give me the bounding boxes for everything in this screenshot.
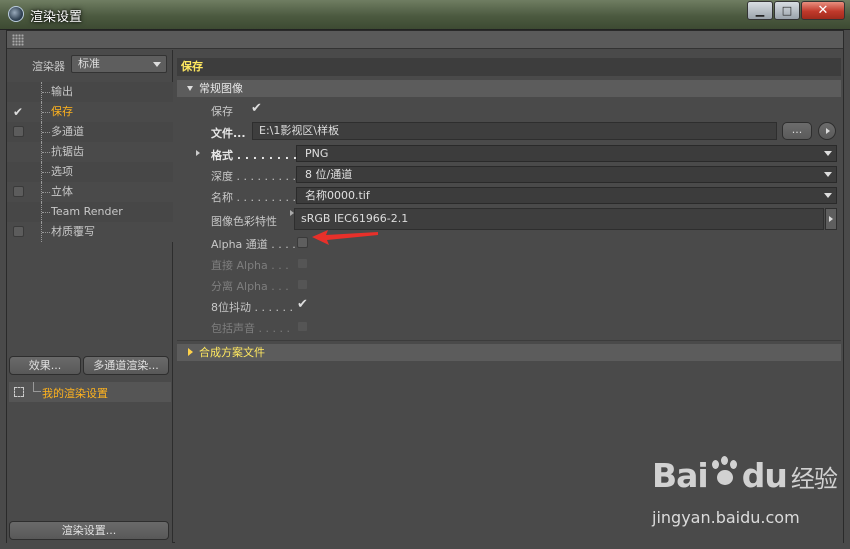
save-checkbox[interactable]: ✔: [251, 102, 262, 115]
tree-item-label: Team Render: [51, 205, 123, 218]
tree-connector: [33, 382, 41, 392]
preset-icon: [14, 387, 24, 397]
cinema4d-logo-icon: [8, 6, 24, 22]
separate-alpha-label: 分离 Alpha . . .: [211, 280, 289, 293]
general-image-label: 常规图像: [199, 82, 243, 95]
file-path-input[interactable]: E:\1影视区\样板: [252, 122, 777, 140]
render-settings-button[interactable]: 渲染设置...: [9, 521, 169, 540]
renderer-row: 渲染器 标准: [7, 54, 173, 74]
tree-item-label: 抗锯齿: [51, 145, 84, 158]
tree-item-label: 多通道: [51, 125, 84, 138]
depth-value: 8 位/通道: [305, 168, 353, 181]
expand-triangle-icon: [188, 348, 193, 356]
window-controls: ▁ □ ✕: [746, 1, 845, 21]
close-button[interactable]: ✕: [801, 1, 845, 20]
toolbar: [7, 31, 843, 49]
tree-connector: [41, 202, 50, 222]
tree-item-label: 保存: [51, 105, 73, 118]
tree-item[interactable]: Team Render: [7, 202, 173, 222]
tree-item[interactable]: 多通道: [7, 122, 173, 142]
tree-item[interactable]: 材质覆写: [7, 222, 173, 242]
settings-sidebar: 渲染器 标准 输出 ✔ 保存多通道抗锯齿选项立体 Team Render 材质覆写 效果…: [7, 50, 173, 543]
tree-item-checkbox[interactable]: [13, 226, 24, 237]
depth-label: 深度 . . . . . . . . .: [211, 170, 296, 183]
my-render-settings-item[interactable]: 我的渲染设置: [9, 382, 171, 402]
render-settings-window: 渲染设置 ▁ □ ✕ 渲染器 标准 输出 ✔ 保存多通道抗锯齿选项立体 Team Re…: [0, 0, 850, 549]
name-value: 名称0000.tif: [305, 189, 370, 202]
tree-item[interactable]: 抗锯齿: [7, 142, 173, 162]
watermark-url: jingyan.baidu.com: [652, 508, 800, 527]
renderer-label: 渲染器: [32, 60, 65, 73]
tree-connector: [41, 142, 50, 162]
multipass-render-button[interactable]: 多通道渲染...: [83, 356, 169, 375]
section-title: 保存: [177, 58, 841, 76]
settings-tree: 输出 ✔ 保存多通道抗锯齿选项立体 Team Render 材质覆写: [7, 82, 173, 242]
logo-text-bai: Bai: [652, 456, 709, 495]
tree-item-label: 输出: [51, 85, 73, 98]
include-sound-label: 包括声音 . . . . .: [211, 322, 290, 335]
paw-icon: [710, 456, 740, 488]
general-image-group-header[interactable]: 常规图像: [177, 80, 841, 97]
tree-connector: [41, 82, 50, 102]
straight-alpha-label: 直接 Alpha . . .: [211, 259, 289, 272]
tree-connector: [41, 102, 50, 122]
chevron-down-icon: [824, 193, 832, 198]
format-value: PNG: [305, 147, 329, 160]
logo-text-du: du: [741, 456, 788, 495]
tree-connector: [41, 222, 50, 242]
effects-button[interactable]: 效果...: [9, 356, 81, 375]
maximize-button[interactable]: □: [774, 1, 800, 20]
chevron-down-icon: [824, 151, 832, 156]
expand-triangle-icon[interactable]: [196, 150, 200, 156]
renderer-select[interactable]: 标准: [71, 55, 167, 73]
tree-item-checkbox[interactable]: [13, 126, 24, 137]
title-bar[interactable]: 渲染设置 ▁ □ ✕: [0, 0, 850, 30]
window-title: 渲染设置: [30, 10, 83, 25]
minimize-button[interactable]: ▁: [747, 1, 773, 20]
color-profile-label: 图像色彩特性: [211, 215, 277, 228]
separate-alpha-checkbox[interactable]: [297, 279, 308, 290]
tree-connector: [41, 182, 50, 202]
color-profile-field[interactable]: sRGB IEC61966-2.1: [294, 208, 824, 230]
format-label: 格式 . . . . . . . . .: [211, 149, 306, 162]
tree-connector: [41, 122, 50, 142]
save-label: 保存: [211, 105, 233, 118]
name-label: 名称 . . . . . . . . .: [211, 191, 296, 204]
grip-icon[interactable]: [12, 34, 24, 46]
depth-dropdown[interactable]: 8 位/通道: [296, 166, 837, 183]
tree-connector: [41, 162, 50, 182]
format-dropdown[interactable]: PNG: [296, 145, 837, 162]
straight-alpha-checkbox[interactable]: [297, 258, 308, 269]
file-label[interactable]: 文件...: [211, 125, 246, 141]
chevron-down-icon: [824, 172, 832, 177]
file-arrow-button[interactable]: [818, 122, 836, 140]
browse-button[interactable]: ...: [782, 122, 812, 140]
compositing-project-group-header[interactable]: 合成方案文件: [177, 344, 841, 361]
tree-item-checkbox[interactable]: ✔: [13, 102, 23, 122]
color-profile-arrow-button[interactable]: [825, 208, 837, 230]
alpha-channel-checkbox[interactable]: [297, 237, 308, 248]
chevron-down-icon: [153, 62, 161, 67]
dither-label: 8位抖动 . . . . . .: [211, 301, 293, 314]
divider: [177, 340, 841, 341]
tree-item[interactable]: 选项: [7, 162, 173, 182]
tree-item[interactable]: 输出: [7, 82, 173, 102]
compositing-project-label: 合成方案文件: [199, 346, 265, 359]
tree-item-label: 选项: [51, 165, 73, 178]
tree-item-checkbox[interactable]: [13, 186, 24, 197]
logo-text-jingyan: 经验: [790, 465, 838, 493]
dither-checkbox[interactable]: ✔: [297, 298, 308, 311]
red-annotation-arrow-icon: [312, 230, 378, 245]
alpha-channel-label: Alpha 通道 . . . .: [211, 238, 296, 251]
renderer-value: 标准: [78, 57, 100, 70]
baidu-jingyan-logo: Bai du 经验: [652, 456, 838, 495]
tree-item[interactable]: 立体: [7, 182, 173, 202]
tree-item-label: 材质覆写: [51, 225, 95, 238]
my-render-settings-label: 我的渲染设置: [42, 387, 108, 400]
tree-item[interactable]: ✔ 保存: [7, 102, 173, 122]
collapse-triangle-icon: [187, 86, 193, 91]
tree-item-label: 立体: [51, 185, 73, 198]
name-dropdown[interactable]: 名称0000.tif: [296, 187, 837, 204]
include-sound-checkbox[interactable]: [297, 321, 308, 332]
